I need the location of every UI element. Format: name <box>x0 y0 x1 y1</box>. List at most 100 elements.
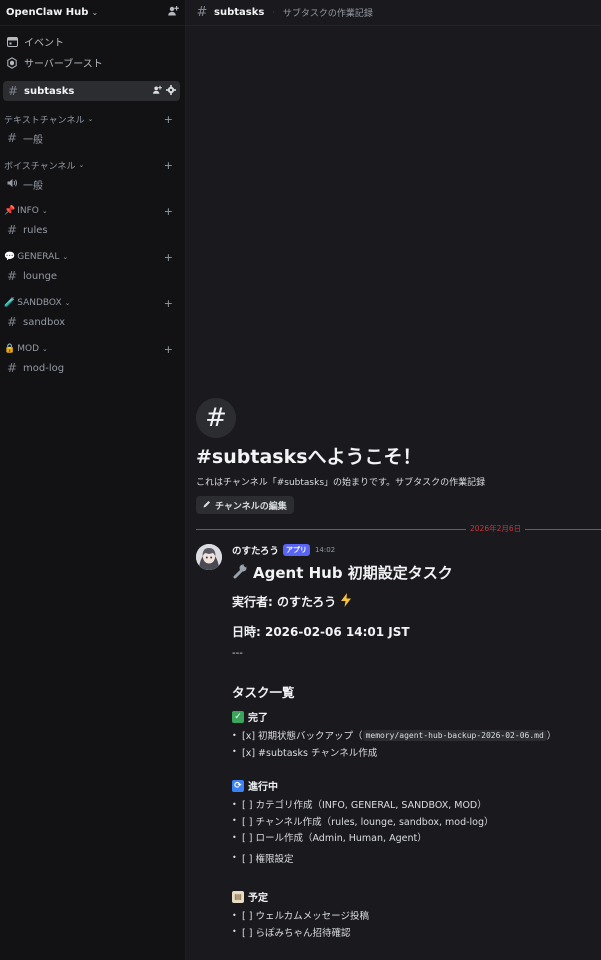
plus-icon[interactable]: + <box>164 343 173 356</box>
planned-heading: ▤ 予定 <box>232 889 601 904</box>
category-general[interactable]: 💬 GENERAL ⌄ + <box>0 248 185 266</box>
channel-label: subtasks <box>24 85 75 97</box>
hash-icon: # <box>196 398 236 438</box>
list-item: •[ ] ウェルカムメッセージ投稿 <box>232 907 601 924</box>
list-item-suffix: ） <box>546 731 557 743</box>
planned-heading-text: 予定 <box>248 893 268 904</box>
calendar-icon <box>6 36 18 48</box>
chevron-down-icon: ⌄ <box>64 299 71 307</box>
plus-icon[interactable]: + <box>164 159 173 172</box>
welcome-title: #subtasksへようこそ！ <box>196 446 422 468</box>
channel-lounge[interactable]: # lounge <box>0 266 185 286</box>
category-text-channels[interactable]: テキストチャンネル ⌄ + <box>0 110 185 128</box>
channel-mod-log[interactable]: # mod-log <box>0 358 185 378</box>
category-voice-channels[interactable]: ボイスチャンネル ⌄ + <box>0 156 185 174</box>
plus-icon[interactable]: + <box>164 205 173 218</box>
list-item: • [x] #subtasks チャンネル作成 <box>232 744 601 761</box>
list-item-text: [ ] カテゴリ作成（INFO, GENERAL, SANDBOX, MOD） <box>242 800 487 812</box>
list-item: •[ ] チャンネル作成（rules, lounge, sandbox, mod… <box>232 813 601 830</box>
category-mod[interactable]: 🔒 MOD ⌄ + <box>0 340 185 358</box>
hash-icon: # <box>6 269 18 283</box>
channel-sidebar: OpenClaw Hub ⌄ イベント サーバーブースト # subtasks <box>0 0 186 960</box>
list-item-text: [ ] チャンネル作成（rules, lounge, sandbox, mod-… <box>242 816 494 828</box>
chevron-down-icon: ⌄ <box>87 115 94 123</box>
category-label: GENERAL <box>17 252 60 262</box>
invite-icon[interactable] <box>152 85 162 98</box>
plus-icon[interactable]: + <box>164 251 173 264</box>
server-header[interactable]: OpenClaw Hub ⌄ <box>0 0 185 26</box>
channel-welcome: # #subtasksへようこそ！ これはチャンネル「#subtasks」の始ま… <box>196 398 485 514</box>
lightning-icon <box>340 593 352 610</box>
edit-channel-label: チャンネルの編集 <box>215 501 287 512</box>
channel-subtasks[interactable]: # subtasks <box>3 81 180 101</box>
check-icon: ✓ <box>232 710 244 723</box>
chevron-down-icon[interactable]: ⌄ <box>91 8 98 17</box>
list-item-text: [x] 初期状態バックアップ（ <box>242 731 363 743</box>
events-label: イベント <box>24 38 64 49</box>
done-heading: ✓ 完了 <box>232 709 601 724</box>
chevron-down-icon: ⌄ <box>62 253 69 261</box>
channel-rules[interactable]: # rules <box>0 220 185 240</box>
plus-icon[interactable]: + <box>164 113 173 126</box>
app-badge: アプリ <box>282 544 310 556</box>
speaker-icon <box>6 177 18 191</box>
message-timestamp: 14:02 <box>314 546 336 554</box>
events-item[interactable]: イベント <box>0 31 185 52</box>
task-list-heading: タスク一覧 <box>232 685 295 700</box>
datetime-line: 日時: 2026-02-06 14:01 JST <box>232 625 410 639</box>
channel-topic[interactable]: サブタスクの作業記録 <box>283 6 373 19</box>
hash-icon: # <box>7 84 19 98</box>
channel-general-voice[interactable]: 一般 <box>0 174 185 194</box>
category-sandbox[interactable]: 🧪 SANDBOX ⌄ + <box>0 294 185 312</box>
wrench-icon <box>232 563 248 583</box>
list-item: •[ ] 権限設定 <box>232 850 601 867</box>
gear-icon[interactable] <box>166 84 176 98</box>
message-author[interactable]: のすたろう <box>232 543 279 557</box>
server-name[interactable]: OpenClaw Hub <box>6 7 88 18</box>
avatar[interactable] <box>196 544 222 570</box>
channel-label: sandbox <box>23 316 66 328</box>
channel-general-text[interactable]: # 一般 <box>0 128 185 148</box>
list-item: •[ ] ロール作成（Admin, Human, Agent） <box>232 829 601 846</box>
channel-sandbox[interactable]: # sandbox <box>0 312 185 332</box>
channel-label: mod-log <box>23 362 65 374</box>
in-progress-list: •[ ] カテゴリ作成（INFO, GENERAL, SANDBOX, MOD）… <box>232 796 601 866</box>
category-info[interactable]: 📌 INFO ⌄ + <box>0 202 185 220</box>
hash-icon: # <box>6 361 18 375</box>
channel-label: lounge <box>23 270 58 282</box>
test-tube-icon: 🧪 <box>4 298 16 308</box>
message-title-text: Agent Hub 初期設定タスク <box>253 564 453 582</box>
header-channel-name: subtasks <box>214 7 265 18</box>
list-item: •[ ] カテゴリ作成（INFO, GENERAL, SANDBOX, MOD） <box>232 796 601 813</box>
chevron-down-icon: ⌄ <box>41 207 48 215</box>
list-item-text: [ ] らぽみちゃん招待確認 <box>242 927 351 939</box>
welcome-description: これはチャンネル「#subtasks」の始まりです。サブタスクの作業記録 <box>196 478 486 488</box>
executor-text: 実行者: のすたろう <box>232 595 337 609</box>
list-item-text: [x] #subtasks チャンネル作成 <box>242 747 378 759</box>
list-item-text: [ ] ロール作成（Admin, Human, Agent） <box>242 833 427 845</box>
sync-icon: ⟳ <box>232 779 244 792</box>
channel-header: # subtasks · サブタスクの作業記録 <box>186 0 601 26</box>
date-divider-label: 2026年2月6日 <box>466 523 526 534</box>
add-member-icon[interactable] <box>167 5 179 20</box>
list-item: •[ ] らぽみちゃん招待確認 <box>232 924 601 941</box>
boost-icon <box>6 56 18 69</box>
list-item-text: [ ] ウェルカムメッセージ投稿 <box>242 911 369 923</box>
channel-label: rules <box>23 224 48 236</box>
hash-icon: # <box>6 223 18 237</box>
lock-icon: 🔒 <box>4 344 16 354</box>
message-title: Agent Hub 初期設定タスク <box>232 562 601 583</box>
plus-icon[interactable]: + <box>164 297 173 310</box>
edit-channel-button[interactable]: チャンネルの編集 <box>196 496 294 514</box>
server-boost-item[interactable]: サーバーブースト <box>0 52 185 73</box>
channel-label: 一般 <box>23 134 43 146</box>
executor-line: 実行者: のすたろう <box>232 593 601 610</box>
clipboard-icon: ▤ <box>232 890 244 903</box>
done-list: • [x] 初期状態バックアップ（ memory/agent-hub-backu… <box>232 727 601 760</box>
horizontal-rule-text: --- <box>232 648 243 659</box>
chevron-down-icon: ⌄ <box>78 161 85 169</box>
header-separator: · <box>272 8 275 17</box>
category-label: INFO <box>17 206 39 216</box>
hash-icon: # <box>196 5 208 20</box>
category-label: SANDBOX <box>17 298 62 308</box>
